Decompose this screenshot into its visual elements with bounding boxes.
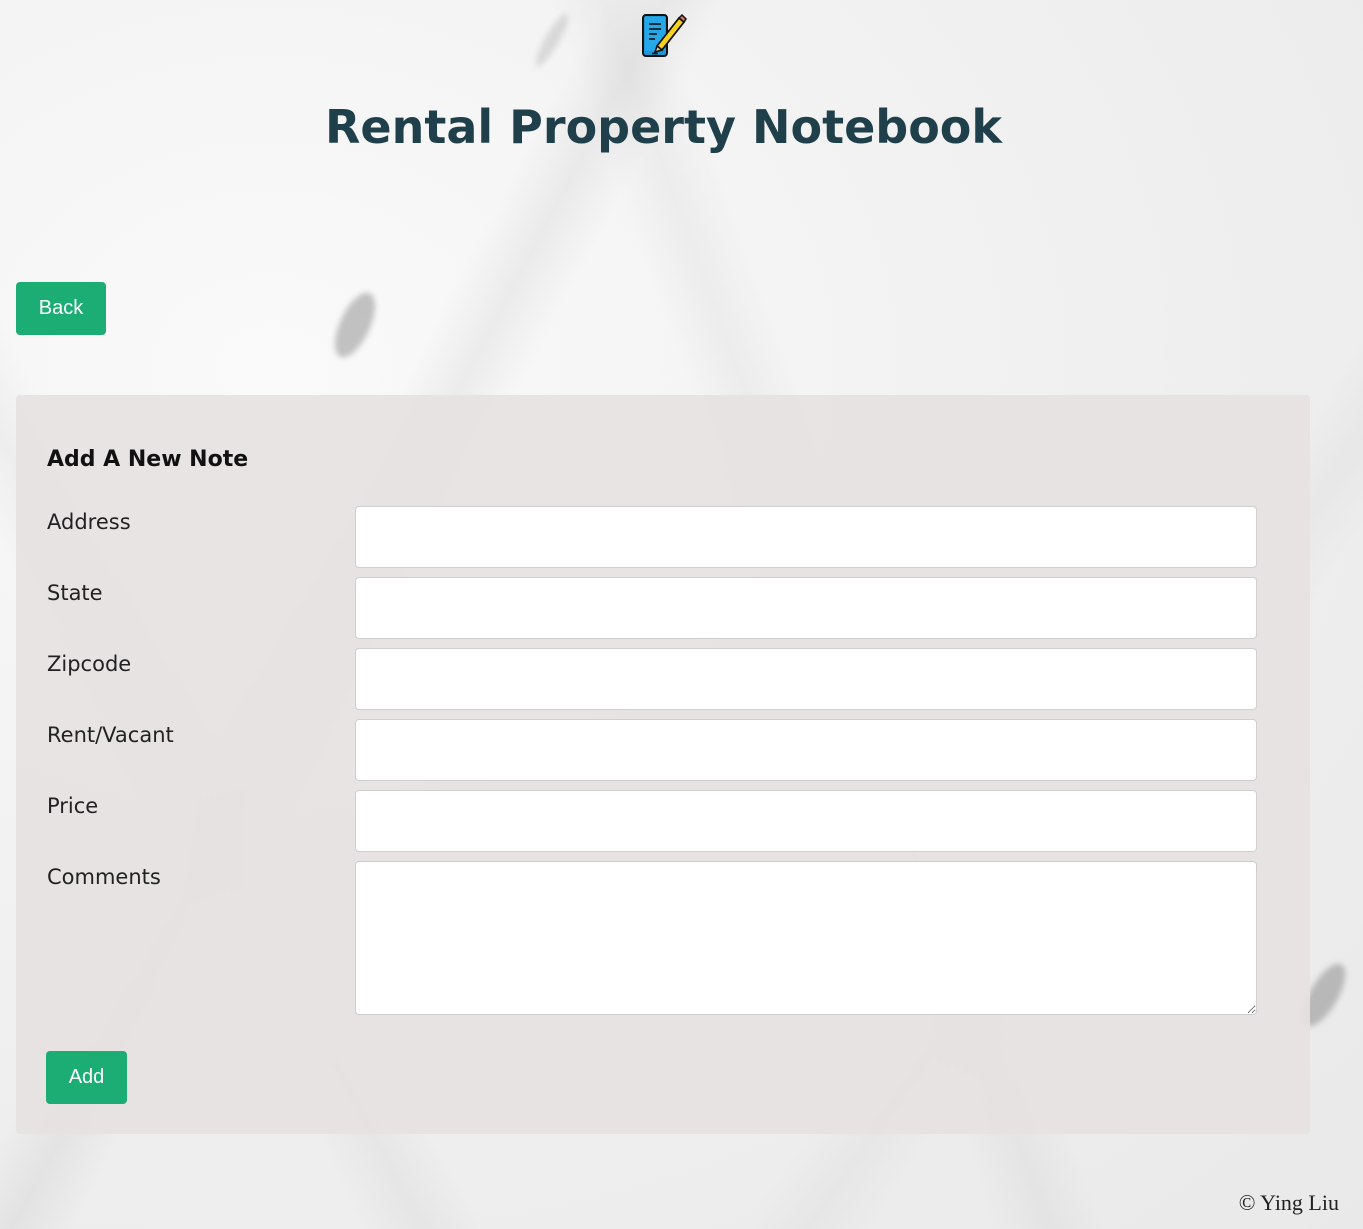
price-label: Price [47,794,99,818]
comments-label: Comments [47,865,161,889]
zipcode-input[interactable] [355,648,1257,710]
address-input[interactable] [355,506,1257,568]
address-label: Address [47,510,131,534]
memo-phone-pencil-icon [642,13,687,57]
state-input[interactable] [355,577,1257,639]
add-button[interactable]: Add [46,1051,127,1104]
state-label: State [47,581,103,605]
zipcode-label: Zipcode [47,652,132,676]
page-title: Rental Property Notebook [325,100,1002,154]
add-note-panel: Add A New Note Address State Zipcode Ren… [16,395,1310,1134]
page: Rental Property Notebook Back Add A New … [0,0,1363,1229]
form-heading: Add A New Note [47,447,249,472]
rent-vacant-input[interactable] [355,719,1257,781]
back-button[interactable]: Back [16,282,106,335]
rent-vacant-label: Rent/Vacant [47,723,174,747]
price-input[interactable] [355,790,1257,852]
comments-textarea[interactable] [355,861,1257,1015]
copyright-footer: © Ying Liu [1238,1190,1339,1215]
